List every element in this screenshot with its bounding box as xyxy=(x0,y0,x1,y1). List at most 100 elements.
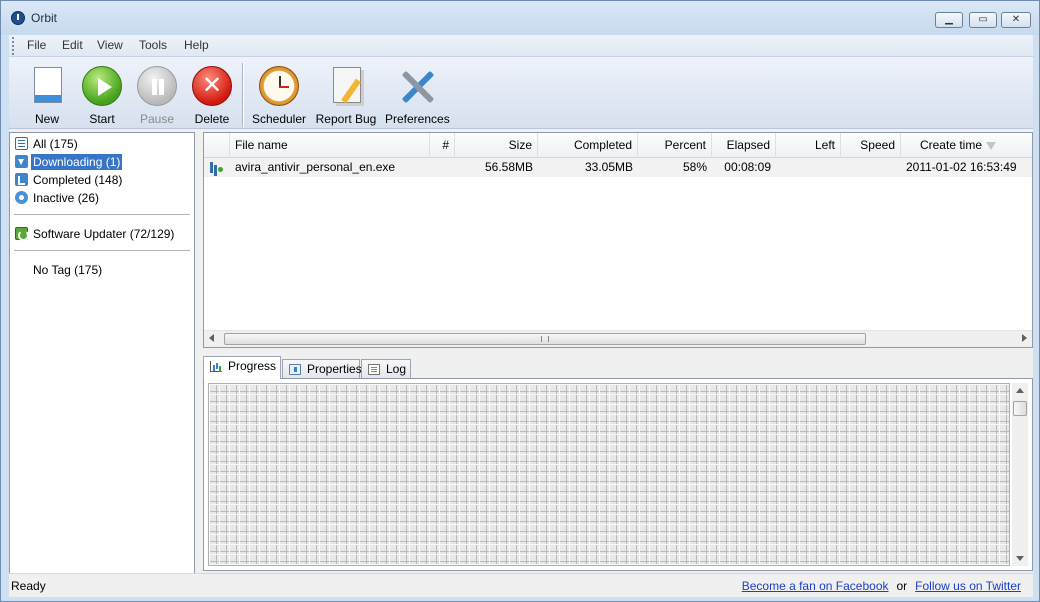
scroll-up-icon[interactable] xyxy=(1016,388,1024,393)
menu-help[interactable]: Help xyxy=(184,38,209,52)
category-divider xyxy=(14,214,190,216)
preferences-button[interactable]: Preferences xyxy=(385,65,450,126)
category-label: Inactive (26) xyxy=(33,191,100,205)
downloading-file-icon xyxy=(210,162,223,173)
progress-chart-icon xyxy=(210,361,222,372)
window-title: Orbit xyxy=(31,11,58,25)
column-size[interactable]: Size xyxy=(455,133,538,158)
pause-label: Pause xyxy=(139,112,175,126)
properties-icon xyxy=(289,364,301,375)
title-bar[interactable]: Orbit ▁ ▭ ✕ xyxy=(1,1,1039,35)
create-time-label: Create time xyxy=(919,138,982,152)
category-label: Downloading (1) xyxy=(31,154,123,170)
progress-block-grid xyxy=(208,383,1010,566)
facebook-link[interactable]: Become a fan on Facebook xyxy=(742,579,889,593)
scheduler-button[interactable]: Scheduler xyxy=(250,65,308,126)
delete-icon: ✕ xyxy=(192,66,232,106)
column-elapsed[interactable]: Elapsed xyxy=(712,133,776,158)
column-file-name[interactable]: File name xyxy=(230,133,430,158)
scheduler-label: Scheduler xyxy=(251,112,307,126)
sort-descending-icon xyxy=(986,141,996,150)
column-create-time[interactable]: Create time xyxy=(901,133,1001,158)
start-label: Start xyxy=(89,112,115,126)
or-text: or xyxy=(896,579,908,593)
tab-label: Log xyxy=(386,362,407,376)
download-icon xyxy=(15,155,28,168)
new-button[interactable]: New xyxy=(25,65,69,126)
list-icon xyxy=(15,137,28,150)
tab-label: Properties xyxy=(307,362,362,376)
vertical-scrollbar[interactable] xyxy=(1012,383,1028,566)
tab-properties[interactable]: Properties xyxy=(282,359,362,379)
category-divider xyxy=(14,250,190,252)
menu-tools[interactable]: Tools xyxy=(139,38,167,52)
preferences-label: Preferences xyxy=(385,112,450,126)
new-label: New xyxy=(34,112,59,126)
category-label: Completed (148) xyxy=(33,173,123,187)
minimize-button[interactable]: ▁ xyxy=(935,12,963,28)
category-software-updater[interactable]: Software Updater (72/129) xyxy=(15,226,185,243)
tag-label: No Tag (175) xyxy=(33,263,103,277)
tag-no-tag[interactable]: No Tag (175) xyxy=(15,262,185,279)
cell-create-time: 2011-01-02 16:53:49 xyxy=(906,160,1017,174)
tab-label: Progress xyxy=(228,359,277,373)
category-all[interactable]: All (175) xyxy=(15,136,185,153)
completed-icon xyxy=(15,173,28,186)
tools-icon xyxy=(396,65,438,107)
scrollbar-thumb[interactable] xyxy=(1013,401,1027,416)
column-left[interactable]: Left xyxy=(776,133,841,158)
cell-speed xyxy=(841,158,901,177)
orbit-logo-icon xyxy=(11,11,25,25)
start-button[interactable]: Start xyxy=(80,65,124,126)
cell-number xyxy=(430,158,455,177)
delete-button[interactable]: ✕ Delete xyxy=(190,65,234,126)
category-pane: All (175) Downloading (1) Completed (148… xyxy=(9,132,195,574)
column-speed[interactable]: Speed xyxy=(841,133,901,158)
category-completed[interactable]: Completed (148) xyxy=(15,172,185,189)
column-icon[interactable] xyxy=(204,133,230,158)
social-links: Become a fan on Facebook or Follow us on T… xyxy=(742,579,1021,593)
pause-button[interactable]: Pause xyxy=(135,65,179,126)
play-icon xyxy=(82,66,122,106)
list-header: File name # Size Completed Percent Elaps… xyxy=(204,133,1032,158)
menu-view[interactable]: View xyxy=(97,38,123,52)
category-inactive[interactable]: Inactive (26) xyxy=(15,190,185,207)
column-completed[interactable]: Completed xyxy=(538,133,638,158)
toolbar: New Start Pause ✕ Delete Scheduler Repor… xyxy=(9,57,1033,129)
tab-progress[interactable]: Progress xyxy=(203,356,281,379)
detail-tabs: Progress Properties Log xyxy=(203,356,1033,379)
inactive-icon xyxy=(15,191,28,204)
menu-bar: File Edit View Tools Help xyxy=(9,35,1033,57)
new-document-icon xyxy=(34,67,62,103)
maximize-button[interactable]: ▭ xyxy=(969,12,997,28)
scroll-right-icon[interactable] xyxy=(1022,334,1027,342)
menu-edit[interactable]: Edit xyxy=(62,38,83,52)
close-button[interactable]: ✕ xyxy=(1001,12,1031,28)
pause-icon xyxy=(137,66,177,106)
category-label: All (175) xyxy=(33,137,78,151)
column-percent[interactable]: Percent xyxy=(638,133,712,158)
cell-file-name: avira_antivir_personal_en.exe xyxy=(235,160,396,174)
grip-icon xyxy=(541,336,549,342)
delete-label: Delete xyxy=(194,112,230,126)
menu-file[interactable]: File xyxy=(27,38,46,52)
report-bug-icon xyxy=(333,67,361,103)
category-downloading[interactable]: Downloading (1) xyxy=(15,154,185,171)
scroll-down-icon[interactable] xyxy=(1016,556,1024,561)
tab-log[interactable]: Log xyxy=(361,359,411,379)
download-list: File name # Size Completed Percent Elaps… xyxy=(203,132,1033,348)
scrollbar-thumb[interactable] xyxy=(224,333,866,345)
table-row[interactable]: avira_antivir_personal_en.exe 56.58MB 33… xyxy=(204,158,1032,177)
software-updater-icon xyxy=(15,227,29,241)
horizontal-scrollbar[interactable] xyxy=(204,330,1032,347)
scroll-left-icon[interactable] xyxy=(209,334,214,342)
cell-completed: 33.05MB xyxy=(584,160,633,174)
report-bug-label: Report Bug xyxy=(315,112,377,126)
status-bar: Ready Become a fan on Facebook or Follow u… xyxy=(9,573,1033,597)
app-window: Orbit ▁ ▭ ✕ File Edit View Tools Help Ne… xyxy=(0,0,1040,602)
cell-percent: 58% xyxy=(682,160,707,174)
cell-left xyxy=(776,158,841,177)
column-number[interactable]: # xyxy=(430,133,455,158)
report-bug-button[interactable]: Report Bug xyxy=(315,65,377,126)
twitter-link[interactable]: Follow us on Twitter xyxy=(915,579,1021,593)
